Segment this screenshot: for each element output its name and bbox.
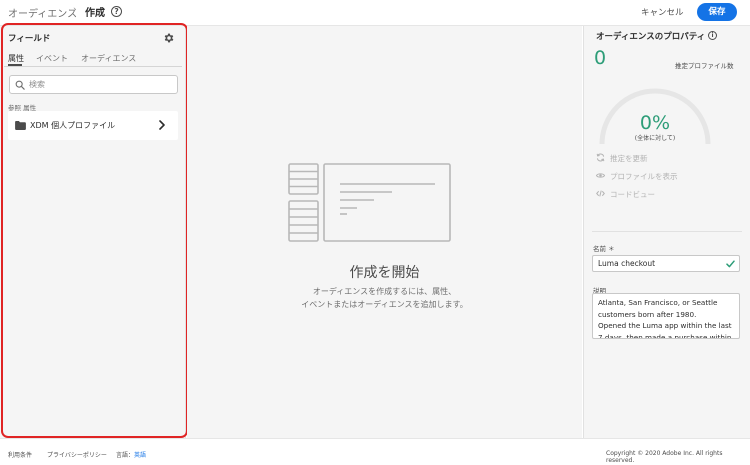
name-field[interactable]: Luma checkout [592,255,740,272]
search-icon [15,80,25,90]
properties-panel-title: オーディエンスのプロパティ [596,32,706,42]
language-prefix: 言語： [116,452,135,459]
builder-canvas[interactable]: 作成を開始 オーディエンスを作成するには、属性、 イベントまたはオーディエンスを… [187,26,582,438]
terms-link[interactable]: 利用条件 [8,450,32,459]
gauge-percent: 0% [639,112,671,134]
breadcrumb-audiences-link[interactable]: オーディエンス [8,5,77,20]
breadcrumb-separator: › [73,5,77,15]
tab-events[interactable]: イベント [36,53,68,64]
gear-icon[interactable] [163,32,175,44]
refresh-estimate-button[interactable]: 推定を更新 [596,153,648,164]
search-field [9,75,178,94]
copyright-text: Copyright © 2020 Adobe Inc. All rights r… [606,450,723,464]
folder-icon [15,121,26,130]
code-icon [596,190,605,197]
code-view-label: コードビュー [610,190,655,199]
tab-audiences[interactable]: オーディエンス [81,53,136,64]
language-selector: 言語：英語 [116,450,146,459]
empty-state-title: 作成を開始 [349,265,420,281]
fields-panel: フィールド 属性 イベント オーディエンス 参照 属性 XDM 個人プロファイル [0,26,186,438]
description-field-value: Atlanta, San Francisco, or Seattle custo… [598,298,732,339]
profile-count-value: 0 [594,47,607,69]
top-header: オーディエンス › 作成 ? キャンセル 保存 [0,0,750,26]
properties-divider [592,231,742,232]
code-view-button[interactable]: コードビュー [596,189,655,200]
name-field-value: Luma checkout [598,259,656,268]
tab-attributes[interactable]: 属性 [8,53,24,64]
page-title: 作成 [85,8,105,19]
search-input[interactable] [29,78,174,91]
language-link[interactable]: 英語 [134,452,146,459]
refresh-estimate-label: 推定を更新 [610,154,648,163]
eye-icon [596,173,605,178]
profile-count-label: 推定プロファイル数 [675,62,734,70]
fields-panel-title: フィールド [8,34,51,44]
info-icon[interactable]: i [708,31,717,40]
empty-state-illustration [288,163,451,242]
cancel-button[interactable]: キャンセル [641,6,684,18]
save-button[interactable]: 保存 [697,3,737,21]
audience-properties-panel: オーディエンスのプロパティ i 0 推定プロファイル数 0% (全体に対して) … [583,26,750,438]
description-field[interactable]: Atlanta, San Francisco, or Seattle custo… [592,293,740,339]
empty-state-description: オーディエンスを作成するには、属性、 イベントまたはオーディエンスを追加します。 [301,287,468,309]
refresh-icon [596,153,605,162]
privacy-link[interactable]: プライバシーポリシー [47,450,107,459]
tab-divider [4,66,182,67]
checkmark-icon [726,260,735,268]
list-item-label: XDM 個人プロファイル [30,121,116,130]
view-profiles-button[interactable]: プロファイルを表示 [596,171,678,182]
help-icon[interactable]: ? [111,6,122,17]
gauge-sublabel: (全体に対して) [634,135,676,142]
name-field-label: 名前 ＊ [593,245,615,253]
view-profiles-label: プロファイルを表示 [610,172,678,181]
page-footer: 利用条件 プライバシーポリシー 言語：英語 Copyright © 2020 A… [0,438,750,465]
list-item-xdm-profile[interactable]: XDM 個人プロファイル [8,111,178,140]
chevron-right-icon[interactable] [158,120,166,130]
